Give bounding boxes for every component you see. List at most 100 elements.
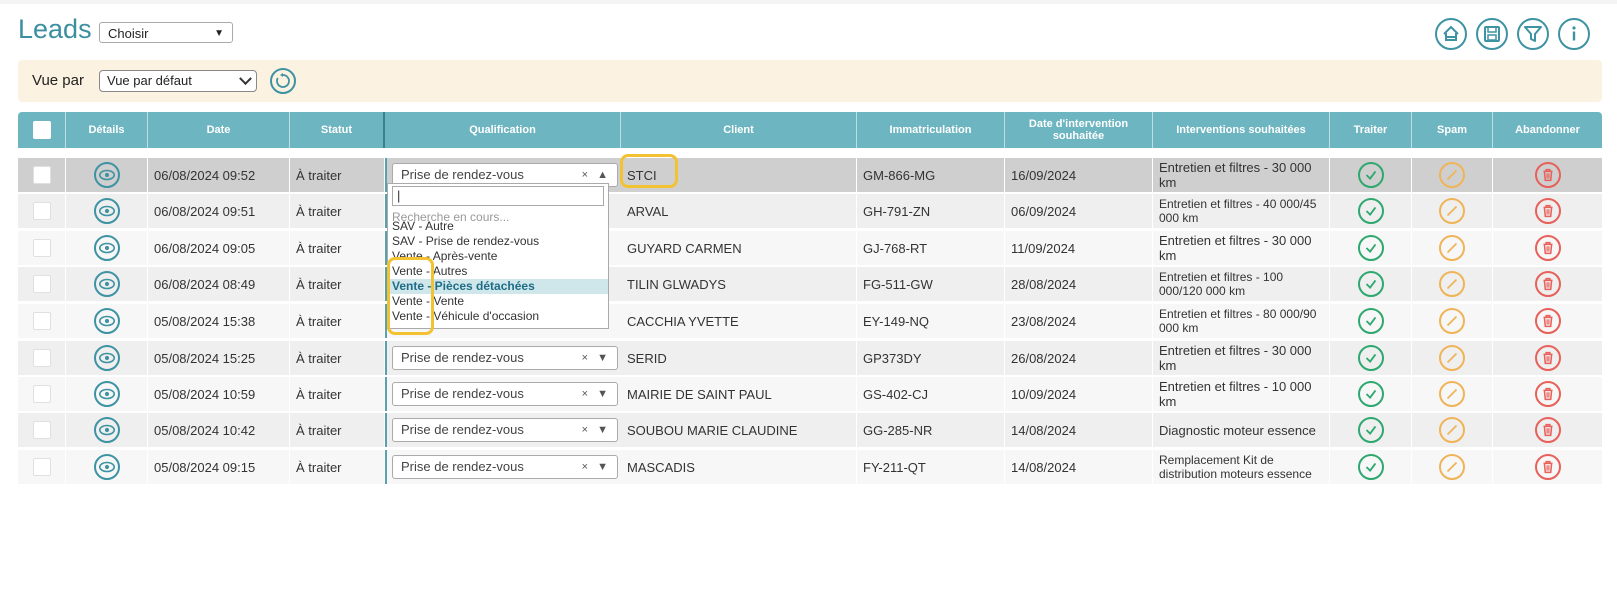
row-checkbox[interactable] <box>32 166 51 184</box>
caret-down-icon: ▼ <box>214 28 224 39</box>
spam-button[interactable] <box>1439 345 1465 371</box>
abandonner-button[interactable] <box>1534 162 1561 188</box>
traiter-button[interactable] <box>1357 162 1384 188</box>
col-date[interactable]: Date <box>148 112 290 148</box>
filter-button[interactable] <box>1517 18 1549 50</box>
spam-button[interactable] <box>1439 162 1465 188</box>
table-row: 05/08/2024 15:38 À traiter CACCHIA YVETT… <box>18 304 1602 338</box>
row-checkbox[interactable] <box>32 349 51 367</box>
abandonner-button[interactable] <box>1534 345 1561 371</box>
col-qualification[interactable]: Qualification <box>385 112 621 148</box>
row-checkbox[interactable] <box>32 239 51 257</box>
col-immatriculation[interactable]: Immatriculation <box>857 112 1005 148</box>
select-controls-icon[interactable]: × ▼ <box>582 456 611 478</box>
dropdown-option[interactable]: SAV - Prise de rendez-vous <box>388 234 608 249</box>
abandonner-button[interactable] <box>1534 454 1561 480</box>
col-abandonner[interactable]: Abandonner <box>1493 112 1602 148</box>
spam-button[interactable] <box>1439 308 1465 334</box>
abandonner-button[interactable] <box>1534 381 1561 407</box>
spam-button[interactable] <box>1439 417 1465 443</box>
abandonner-button[interactable] <box>1534 308 1561 334</box>
select-all-checkbox[interactable] <box>32 121 51 139</box>
details-button[interactable] <box>93 345 120 371</box>
abandonner-button[interactable] <box>1534 198 1561 224</box>
row-checkbox[interactable] <box>32 385 51 403</box>
date-cell: 05/08/2024 10:59 <box>148 377 290 411</box>
abandonner-button[interactable] <box>1534 271 1561 297</box>
select-controls-icon[interactable]: × ▼ <box>582 347 611 369</box>
immatriculation-cell: GP373DY <box>857 341 1005 375</box>
date-intervention-cell: 23/08/2024 <box>1005 304 1153 338</box>
abandonner-button[interactable] <box>1534 417 1561 443</box>
page-title: Leads <box>18 14 92 44</box>
details-button[interactable] <box>93 417 120 443</box>
details-button[interactable] <box>93 271 120 297</box>
client-cell: TILIN GLWADYS <box>621 267 857 301</box>
row-checkbox[interactable] <box>32 458 51 476</box>
dropdown-option[interactable]: SAV - Autre <box>388 219 608 234</box>
date-intervention-cell: 10/09/2024 <box>1005 377 1153 411</box>
qualification-select[interactable]: Prise de rendez-vous × ▼ <box>392 418 618 442</box>
save-button[interactable] <box>1476 18 1508 50</box>
traiter-button[interactable] <box>1357 345 1384 371</box>
qualification-select[interactable]: Prise de rendez-vous × ▼ <box>392 382 618 406</box>
dropdown-search-input[interactable]: | <box>392 186 604 206</box>
statut-cell: À traiter <box>290 158 385 192</box>
traiter-button[interactable] <box>1357 381 1384 407</box>
choose-select[interactable]: Choisir ▼ <box>99 22 233 43</box>
details-button[interactable] <box>93 162 120 188</box>
block-icon <box>1446 461 1458 473</box>
traiter-button[interactable] <box>1357 271 1384 297</box>
immatriculation-cell: GH-791-ZN <box>857 194 1005 228</box>
col-interventions[interactable]: Interventions souhaitées <box>1153 112 1330 148</box>
details-button[interactable] <box>93 198 120 224</box>
row-checkbox[interactable] <box>32 312 51 330</box>
spam-button[interactable] <box>1439 454 1465 480</box>
home-button[interactable] <box>1435 18 1467 50</box>
view-select[interactable]: Vue par défaut <box>99 70 257 92</box>
col-date-intervention[interactable]: Date d'intervention souhaitée <box>1005 112 1153 148</box>
spam-button[interactable] <box>1439 381 1465 407</box>
block-icon <box>1446 388 1458 400</box>
eye-icon <box>98 461 115 473</box>
details-button[interactable] <box>93 454 120 480</box>
row-checkbox[interactable] <box>32 202 51 220</box>
table-row: 05/08/2024 10:59 À traiter Prise de rend… <box>18 377 1602 411</box>
row-checkbox[interactable] <box>32 275 51 293</box>
spam-button[interactable] <box>1439 235 1465 261</box>
traiter-button[interactable] <box>1357 198 1384 224</box>
abandonner-cell <box>1493 304 1602 338</box>
traiter-button[interactable] <box>1357 417 1384 443</box>
row-select-cell <box>18 231 66 265</box>
statut-cell: À traiter <box>290 304 385 338</box>
refresh-button[interactable] <box>270 68 296 94</box>
check-icon <box>1365 243 1376 253</box>
qualification-select[interactable]: Prise de rendez-vous × ▼ <box>392 455 618 479</box>
abandonner-button[interactable] <box>1534 235 1561 261</box>
traiter-button[interactable] <box>1357 454 1384 480</box>
select-controls-icon[interactable]: × ▼ <box>582 383 611 405</box>
abandonner-cell <box>1493 413 1602 447</box>
col-client[interactable]: Client <box>621 112 857 148</box>
spam-button[interactable] <box>1439 198 1465 224</box>
spam-button[interactable] <box>1439 271 1465 297</box>
col-spam[interactable]: Spam <box>1412 112 1493 148</box>
col-details[interactable]: Détails <box>66 112 148 148</box>
col-traiter[interactable]: Traiter <box>1330 112 1412 148</box>
info-button[interactable] <box>1558 18 1590 50</box>
select-controls-icon[interactable]: × ▼ <box>582 419 611 441</box>
abandonner-cell <box>1493 341 1602 375</box>
trash-icon <box>1543 204 1552 218</box>
traiter-cell <box>1330 267 1412 301</box>
row-checkbox[interactable] <box>32 421 51 439</box>
qualification-select[interactable]: Prise de rendez-vous × ▼ <box>392 346 618 370</box>
view-bar: Vue par Vue par défaut <box>18 60 1602 102</box>
details-button[interactable] <box>93 235 120 261</box>
col-statut[interactable]: Statut <box>290 112 385 148</box>
details-cell <box>66 304 148 338</box>
traiter-button[interactable] <box>1357 308 1384 334</box>
details-button[interactable] <box>93 381 120 407</box>
details-button[interactable] <box>93 308 120 334</box>
date-intervention-cell: 14/08/2024 <box>1005 413 1153 447</box>
traiter-button[interactable] <box>1357 235 1384 261</box>
